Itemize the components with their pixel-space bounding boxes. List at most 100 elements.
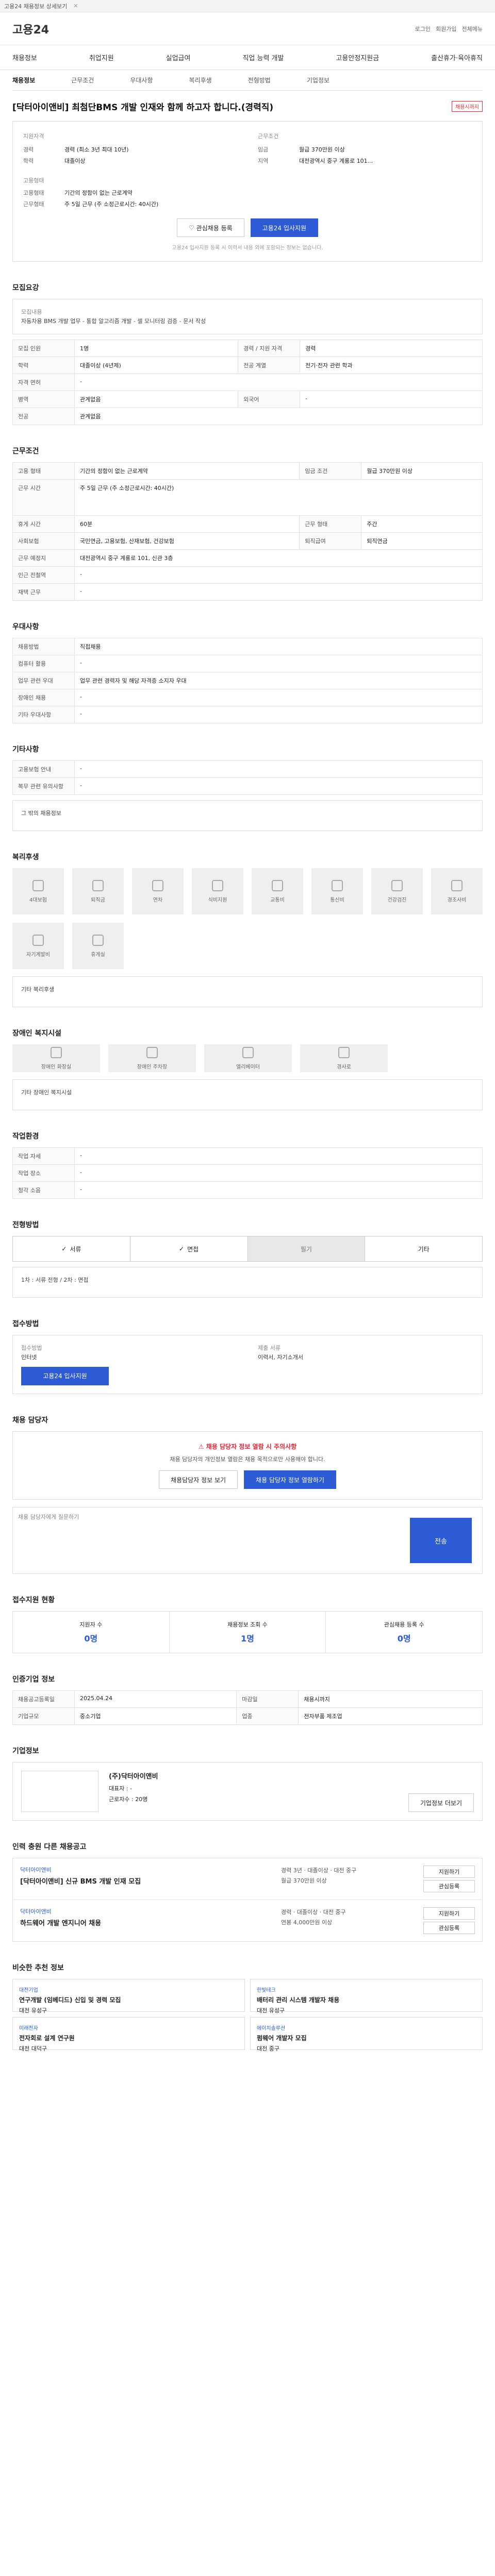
manager-desc: 채용 담당자의 개인정보 열람은 채용 목적으로만 사용해야 합니다. (170, 1456, 325, 1463)
cell-key: 근무 예정지 (12, 549, 75, 567)
close-icon[interactable]: ✕ (73, 3, 78, 9)
cell-value: 경력 (300, 340, 483, 358)
cell-value: 관계없음 (74, 391, 239, 409)
recommend-card[interactable]: 한빛테크 배터리 관리 시스템 개발자 채용 대전 유성구 (250, 1979, 483, 2014)
recommend-card[interactable]: 미래전자 전자회로 설계 연구원 대전 대덕구 (12, 2017, 245, 2052)
cell-key: 장애인 채용 (12, 689, 75, 707)
check-icon: ✓ (179, 1245, 185, 1253)
section-recruit-title: 모집요강 (12, 284, 39, 292)
cell-key: 학력 (12, 357, 75, 375)
job-interest-button[interactable]: 관심등록 (423, 1922, 475, 1935)
table-row: 학력 대졸이상 (4년제) 전공 계열 전기·전자 관련 학과 (12, 357, 483, 375)
job-apply-button[interactable]: 지원하기 (423, 1907, 475, 1920)
footer-spacer (12, 2050, 483, 2071)
welfare-icons: 4대보험 퇴직금 연차 식비지원 교통비 통신비 건강검진 경조사비 자기계발비… (12, 868, 483, 970)
cell-value: - (74, 760, 483, 778)
interest-label: 관심채용 등록 (196, 224, 233, 232)
table-row: 근무 예정지 대전광역시 중구 계룡로 101, 신관 3층 (12, 549, 483, 567)
cell-key: 인근 전철역 (12, 566, 75, 584)
stat-value: 0명 (84, 1634, 98, 1644)
nav-benefit[interactable]: 실업급여 (166, 53, 191, 62)
recommend-card[interactable]: 에이치솔루션 펌웨어 개발자 모집 대전 중구 (250, 2017, 483, 2052)
nav-leave[interactable]: 출산휴가·육아휴직 (431, 53, 483, 62)
cell-value: - (74, 706, 483, 724)
cell-value: 직접채용 (74, 638, 483, 656)
welfare-item: 연차 (132, 868, 184, 915)
apply-method-button[interactable]: 고용24 입사지원 (21, 1367, 109, 1386)
signup-link[interactable]: 회원가입 (436, 25, 456, 33)
list-item[interactable]: 닥터아이앤비 [닥터아이앤비] 신규 BMS 개발 인재 모집 경력 3년 · 대… (13, 1858, 482, 1901)
facility-label: 경사로 (337, 1064, 351, 1070)
cell-value: - (74, 1181, 483, 1199)
facility-label: 장애인 주차장 (137, 1064, 168, 1070)
manager-open-button[interactable]: 채용 담당자 정보 열람하기 (244, 1470, 336, 1489)
welfare-label: 교통비 (270, 897, 285, 903)
apply-notice: 고용24 입사지원 등록 시 이력서 내용 외에 포함되는 정보는 없습니다. (172, 245, 323, 251)
apply-method-value: 인터넷 (21, 1353, 37, 1361)
welfare-label: 퇴직금 (91, 897, 105, 903)
section-env-title: 작업환경 (12, 1132, 39, 1141)
table-row: 근무 시간 주 5일 근무 (주 소정근로시간: 40시간) (12, 479, 483, 516)
table-row: 장애인 채용 - (12, 689, 483, 707)
nav-jobs[interactable]: 채용정보 (12, 53, 37, 62)
job-interest-button[interactable]: 관심등록 (423, 1880, 475, 1893)
card-company: 한빛테크 (257, 1988, 276, 1994)
tab-company[interactable]: 기업정보 (307, 76, 329, 84)
question-form: 채용 담당자에게 질문하기 전송 (12, 1507, 483, 1574)
all-menu-link[interactable]: 전체메뉴 (462, 25, 483, 33)
recommend-grid: 대전기업 연구개발 (임베디드) 신입 및 경력 모집 대전 유성구 한빛테크 배터리… (12, 1979, 483, 2052)
logo[interactable]: 고용24 (12, 21, 49, 37)
welfare-item: 퇴직금 (72, 868, 124, 915)
welfare-item: 4대보험 (12, 868, 64, 915)
job-info: 경력 · 대졸이상 · 대전 중구 (281, 1909, 346, 1916)
job-info: 경력 3년 · 대졸이상 · 대전 중구 (281, 1867, 357, 1874)
parking-icon (146, 1046, 158, 1058)
table-row: 고용보험 안내 - (12, 760, 483, 778)
employees-key: 근로자수 (109, 1795, 130, 1803)
job-pay: 월급 370만원 이상 (281, 1877, 327, 1885)
step-etc: 기타 (365, 1236, 482, 1261)
nav-support[interactable]: 취업지원 (89, 53, 114, 62)
table-row: 복무 관련 유의사항 - (12, 777, 483, 795)
interest-button[interactable]: ♡ 관심채용 등록 (177, 218, 244, 237)
job-title-link[interactable]: [닥터아이앤비] 신규 BMS 개발 인재 모집 (20, 1876, 273, 1886)
welfare-label: 통신비 (330, 897, 344, 903)
cell-value: 60분 (74, 515, 300, 533)
pension-icon (92, 879, 104, 891)
cell-key: 휴게 시간 (12, 515, 75, 533)
submit-button[interactable]: 전송 (410, 1518, 472, 1564)
login-link[interactable]: 로그인 (415, 25, 431, 33)
card-company: 에이치솔루션 (257, 2026, 286, 2032)
cell-value: 주간 (361, 515, 483, 533)
tab-selection[interactable]: 전형방법 (248, 76, 271, 84)
tab-recruit[interactable]: 채용정보 (12, 76, 35, 84)
documents-key: 제출 서류 (258, 1345, 280, 1352)
tab-preference[interactable]: 우대사항 (130, 76, 153, 84)
recommend-card[interactable]: 대전기업 연구개발 (임베디드) 신입 및 경력 모집 대전 유성구 (12, 1979, 245, 2014)
edu-value: 대졸이상 (64, 158, 86, 164)
table-row: 자격 면허 - (12, 374, 483, 392)
cell-value: 1명 (74, 340, 239, 358)
job-title-link[interactable]: 하드웨어 개발 엔지니어 채용 (20, 1918, 273, 1927)
employment-type-title: 고용형태 (23, 177, 44, 184)
manager-view-button[interactable]: 채용담당자 정보 보기 (159, 1470, 238, 1489)
tab-conditions[interactable]: 근무조건 (71, 76, 94, 84)
bus-icon (272, 879, 283, 891)
list-item[interactable]: 닥터아이앤비 하드웨어 개발 엔지니어 채용 경력 · 대졸이상 · 대전 중구 연… (13, 1900, 482, 1941)
question-input[interactable]: 채용 담당자에게 질문하기 (13, 1507, 400, 1573)
tab-welfare[interactable]: 복리후생 (189, 76, 212, 84)
gift-icon (451, 879, 463, 891)
cell-key: 퇴직급여 (299, 532, 362, 550)
apply-button[interactable]: 고용24 입사지원 (250, 218, 318, 237)
card-company: 미래전자 (19, 2026, 38, 2032)
job-apply-button[interactable]: 지원하기 (423, 1866, 475, 1878)
selection-steps: ✓ 서류 ✓ 면접 필기 기타 (12, 1236, 483, 1262)
table-row: 사회보험 국민연금, 고용보험, 산재보험, 건강보험 퇴직급여 퇴직연금 (12, 532, 483, 550)
company-more-button[interactable]: 기업정보 더보기 (408, 1793, 474, 1812)
hours-value: 주 5일 근무 (주 소정근로시간: 40시간) (64, 201, 159, 208)
step-label: 서류 (70, 1245, 81, 1253)
nav-training[interactable]: 직업 능력 개발 (242, 53, 284, 62)
nav-subsidy[interactable]: 고용안정지원금 (336, 53, 379, 62)
table-row: 모집 인원 1명 경력 / 지원 자격 경력 (12, 340, 483, 358)
table-row: 전공 관계없음 (12, 408, 483, 426)
